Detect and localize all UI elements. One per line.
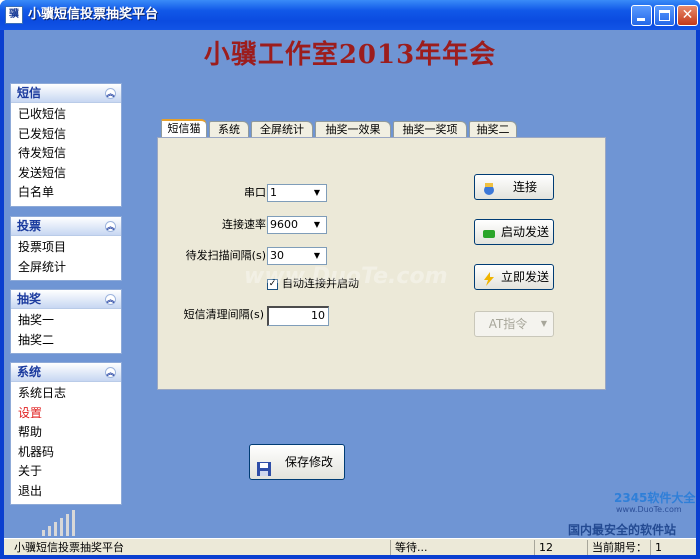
tab-lottery-one-effect[interactable]: 抽奖一效果 xyxy=(315,121,391,138)
scan-interval-select[interactable]: 30 ▼ xyxy=(267,247,327,265)
nav-item-send[interactable]: 发送短信 xyxy=(11,164,121,184)
start-send-button[interactable]: 启动发送 xyxy=(474,219,554,245)
tab-lottery-two[interactable]: 抽奖二 xyxy=(469,121,517,138)
chevron-down-icon: ▼ xyxy=(540,319,547,328)
nav-item-machine-code[interactable]: 机器码 xyxy=(11,443,121,463)
nav-item-fullscreen-stats[interactable]: 全屏统计 xyxy=(11,258,121,278)
nav-item-exit[interactable]: 退出 xyxy=(11,482,121,502)
nav-group-title: 投票 xyxy=(17,219,42,233)
at-command-button[interactable]: AT指令 ▼ xyxy=(474,311,554,337)
nav-group-title: 短信 xyxy=(17,86,42,100)
signal-strength-icon xyxy=(40,510,80,536)
maximize-button[interactable] xyxy=(654,5,675,26)
nav-group-system: 系统 ︽ 系统日志 设置 帮助 机器码 关于 退出 xyxy=(10,362,122,505)
nav-item-vote-projects[interactable]: 投票项目 xyxy=(11,238,121,258)
minimize-button[interactable] xyxy=(631,5,652,26)
app-window: 骥 小骥短信投票抽奖平台 ✕ 小骥工作室2013年年会 短信 ︽ 已收短信 已发… xyxy=(0,0,700,559)
nav-item-system-log[interactable]: 系统日志 xyxy=(11,384,121,404)
clean-interval-label: 短信清理间隔(s) xyxy=(183,308,264,321)
nav-item-lottery-one[interactable]: 抽奖一 xyxy=(11,311,121,331)
nav-group-vote: 投票 ︽ 投票项目 全屏统计 xyxy=(10,216,122,281)
nav-group-lottery: 抽奖 ︽ 抽奖一 抽奖二 xyxy=(10,289,122,354)
save-button[interactable]: 保存修改 xyxy=(249,444,345,480)
lightning-icon xyxy=(482,270,496,286)
tab-sms-modem[interactable]: 短信猫 xyxy=(161,119,207,138)
watermark-url: www.DuoTe.com xyxy=(616,505,682,514)
nav-group-title: 系统 xyxy=(17,365,42,379)
save-label: 保存修改 xyxy=(284,455,333,469)
dropdown-arrow-icon[interactable]: ▼ xyxy=(310,218,324,232)
at-command-label: AT指令 xyxy=(488,317,528,331)
connect-icon xyxy=(482,180,496,195)
nav-item-help[interactable]: 帮助 xyxy=(11,423,121,443)
send-now-button[interactable]: 立即发送 xyxy=(474,264,554,290)
status-bar: 小骥短信投票抽奖平台 等待... 12 当前期号： 1 xyxy=(4,538,696,555)
period-value: 1 xyxy=(650,540,696,555)
nav-group-system-header[interactable]: 系统 ︽ xyxy=(11,363,121,382)
nav-group-vote-header[interactable]: 投票 ︽ xyxy=(11,217,121,236)
dropdown-arrow-icon[interactable]: ▼ xyxy=(310,249,324,263)
period-label: 当前期号： xyxy=(587,540,649,555)
send-now-label: 立即发送 xyxy=(501,270,550,284)
chevron-up-icon[interactable]: ︽ xyxy=(105,367,116,378)
nav-item-sent[interactable]: 已发短信 xyxy=(11,125,121,145)
start-send-label: 启动发送 xyxy=(501,225,550,239)
nav-item-settings[interactable]: 设置 xyxy=(11,404,121,424)
dropdown-arrow-icon[interactable]: ▼ xyxy=(310,186,324,200)
nav-item-pending[interactable]: 待发短信 xyxy=(11,144,121,164)
page-heading: 小骥工作室2013年年会 xyxy=(203,40,497,70)
clean-interval-input[interactable]: 10 xyxy=(267,306,329,326)
watermark-slogan: 国内最安全的软件站 xyxy=(568,523,677,537)
port-label: 串口 xyxy=(244,186,266,199)
nav-item-about[interactable]: 关于 xyxy=(11,462,121,482)
client-area: 小骥工作室2013年年会 短信 ︽ 已收短信 已发短信 待发短信 发送短信 白名… xyxy=(4,30,696,555)
baud-select[interactable]: 9600 ▼ xyxy=(267,216,327,234)
nav-group-sms-header[interactable]: 短信 ︽ xyxy=(11,84,121,103)
start-icon xyxy=(482,225,496,239)
nav-group-sms: 短信 ︽ 已收短信 已发短信 待发短信 发送短信 白名单 xyxy=(10,83,122,207)
chevron-up-icon[interactable]: ︽ xyxy=(105,88,116,99)
close-icon: ✕ xyxy=(681,7,694,23)
connect-label: 连接 xyxy=(512,180,537,194)
floppy-disk-icon xyxy=(257,455,271,476)
status-text: 等待... xyxy=(390,540,440,555)
watermark-brand: 2345软件大全 xyxy=(614,491,696,505)
scan-interval-label: 待发扫描间隔(s) xyxy=(185,249,266,262)
nav-item-lottery-two[interactable]: 抽奖二 xyxy=(11,331,121,351)
tab-fullscreen-stats[interactable]: 全屏统计 xyxy=(251,121,313,138)
scan-interval-value: 30 xyxy=(270,249,284,262)
title-bar[interactable]: 骥 小骥短信投票抽奖平台 ✕ xyxy=(0,0,700,30)
nav-item-received[interactable]: 已收短信 xyxy=(11,105,121,125)
tab-lottery-one-prizes[interactable]: 抽奖一奖项 xyxy=(393,121,467,138)
nav-item-whitelist[interactable]: 白名单 xyxy=(11,183,121,203)
chevron-up-icon[interactable]: ︽ xyxy=(105,221,116,232)
status-count: 12 xyxy=(534,540,584,555)
status-app-name: 小骥短信投票抽奖平台 xyxy=(14,541,124,554)
baud-label: 连接速率 xyxy=(222,218,266,231)
chevron-up-icon[interactable]: ︽ xyxy=(105,294,116,305)
close-button[interactable]: ✕ xyxy=(677,5,698,26)
port-select[interactable]: 1 ▼ xyxy=(267,184,327,202)
connect-button[interactable]: 连接 xyxy=(474,174,554,200)
nav-group-title: 抽奖 xyxy=(17,292,42,306)
app-icon: 骥 xyxy=(5,6,23,24)
port-value: 1 xyxy=(270,186,277,199)
tab-system[interactable]: 系统 xyxy=(209,121,249,138)
baud-value: 9600 xyxy=(270,218,298,231)
minimize-icon xyxy=(637,18,645,21)
nav-group-lottery-header[interactable]: 抽奖 ︽ xyxy=(11,290,121,309)
maximize-icon xyxy=(659,10,670,21)
window-title: 小骥短信投票抽奖平台 xyxy=(28,7,159,22)
watermark-center: www.DuoTe.com xyxy=(244,264,448,289)
